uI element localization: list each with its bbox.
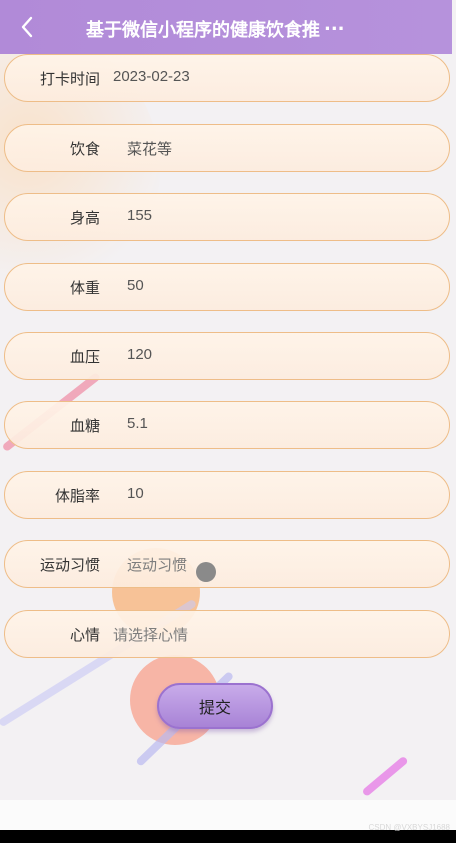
field-blood-pressure[interactable]: 血压 120 (4, 332, 450, 380)
field-mood[interactable]: 心情 请选择心情 (4, 610, 450, 658)
field-weight[interactable]: 体重 50 (4, 263, 450, 311)
field-value[interactable]: 10 (127, 485, 144, 502)
nav-header: 基于微信小程序的健康饮食推 ... (0, 0, 452, 54)
field-blood-sugar[interactable]: 血糖 5.1 (4, 401, 450, 449)
field-label: 身高 (69, 209, 100, 227)
field-label: 打卡时间 (39, 70, 100, 88)
field-checkin-time[interactable]: 打卡时间 2023-02-23 (4, 54, 450, 102)
back-button[interactable] (12, 12, 42, 42)
field-value[interactable]: 50 (127, 277, 144, 294)
page-title: 基于微信小程序的健康饮食推 (86, 20, 320, 41)
field-height[interactable]: 身高 155 (4, 193, 450, 241)
decor-line-magenta (361, 755, 409, 798)
field-value[interactable]: 菜花等 (127, 138, 172, 159)
field-label: 饮食 (69, 140, 100, 158)
field-value[interactable]: 120 (127, 346, 152, 363)
field-label: 体脂率 (54, 487, 100, 505)
field-label: 运动习惯 (39, 556, 100, 574)
title-ellipsis: ... (324, 14, 345, 35)
field-value[interactable]: 2023-02-23 (113, 68, 190, 85)
field-body-fat[interactable]: 体脂率 10 (4, 471, 450, 519)
field-input[interactable]: 运动习惯 (127, 554, 187, 575)
mood-select[interactable]: 请选择心情 (113, 624, 188, 645)
field-label: 血压 (69, 348, 100, 366)
field-exercise-habit[interactable]: 运动习惯 运动习惯 (4, 540, 450, 588)
screen: 基于微信小程序的健康饮食推 ... 打卡时间 2023-02-23 饮食 菜花等… (0, 0, 456, 843)
field-label: 血糖 (69, 417, 100, 435)
chevron-left-icon (21, 16, 33, 38)
field-label: 心情 (69, 626, 100, 644)
field-diet[interactable]: 饮食 菜花等 (4, 124, 450, 172)
watermark: CSDN @VXBYSJ1688 (368, 823, 451, 832)
submit-button[interactable]: 提交 (157, 683, 273, 729)
field-label: 体重 (69, 279, 100, 297)
field-value[interactable]: 5.1 (127, 415, 148, 432)
field-value[interactable]: 155 (127, 207, 152, 224)
touch-cursor (196, 562, 216, 582)
